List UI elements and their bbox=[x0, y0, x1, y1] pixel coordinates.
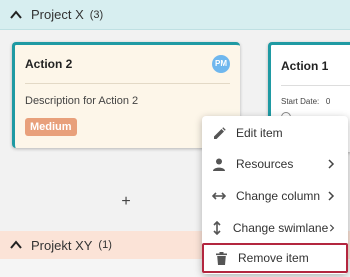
add-item-button[interactable]: + bbox=[119, 194, 133, 210]
avatar: PM bbox=[212, 55, 230, 73]
swimlane-title: Projekt XY bbox=[31, 237, 93, 253]
swimlane-count: (3) bbox=[89, 8, 104, 21]
vertical-arrows-icon bbox=[212, 221, 223, 235]
swimlane-header-project-x[interactable]: Project X (3) bbox=[0, 0, 350, 30]
person-icon bbox=[212, 157, 226, 171]
card-title: Action 1 bbox=[281, 59, 329, 73]
trash-icon bbox=[214, 251, 228, 265]
pencil-icon bbox=[212, 126, 226, 140]
chevron-up-icon[interactable] bbox=[9, 238, 23, 252]
menu-item-label: Edit item bbox=[236, 126, 283, 140]
menu-item-resources[interactable]: Resources bbox=[202, 149, 348, 179]
menu-item-label: Change column bbox=[236, 189, 321, 203]
divider bbox=[25, 83, 230, 84]
card-title: Action 2 bbox=[25, 57, 73, 71]
context-menu: Edit item Resources Change column Change… bbox=[202, 116, 348, 274]
card-description: Description for Action 2 bbox=[25, 95, 139, 107]
menu-item-change-column[interactable]: Change column bbox=[202, 181, 348, 211]
chevron-right-icon bbox=[328, 191, 335, 201]
start-date-label: Start Date: 0 bbox=[281, 97, 331, 106]
menu-item-label: Resources bbox=[236, 157, 294, 171]
menu-item-label: Change swimlane bbox=[232, 221, 329, 235]
swimlane-title: Project X bbox=[31, 7, 84, 22]
menu-item-change-swimlane[interactable]: Change swimlane bbox=[202, 213, 348, 243]
chevron-up-icon[interactable] bbox=[9, 8, 23, 22]
divider bbox=[281, 85, 350, 86]
menu-item-label: Remove item bbox=[238, 251, 309, 265]
menu-item-remove[interactable]: Remove item bbox=[202, 243, 348, 273]
horizontal-arrows-icon bbox=[212, 189, 226, 203]
menu-item-edit[interactable]: Edit item bbox=[202, 118, 348, 148]
chevron-right-icon bbox=[330, 224, 335, 232]
swimlane-count: (1) bbox=[98, 239, 112, 251]
chevron-right-icon bbox=[328, 159, 335, 169]
priority-badge: Medium bbox=[25, 118, 77, 136]
